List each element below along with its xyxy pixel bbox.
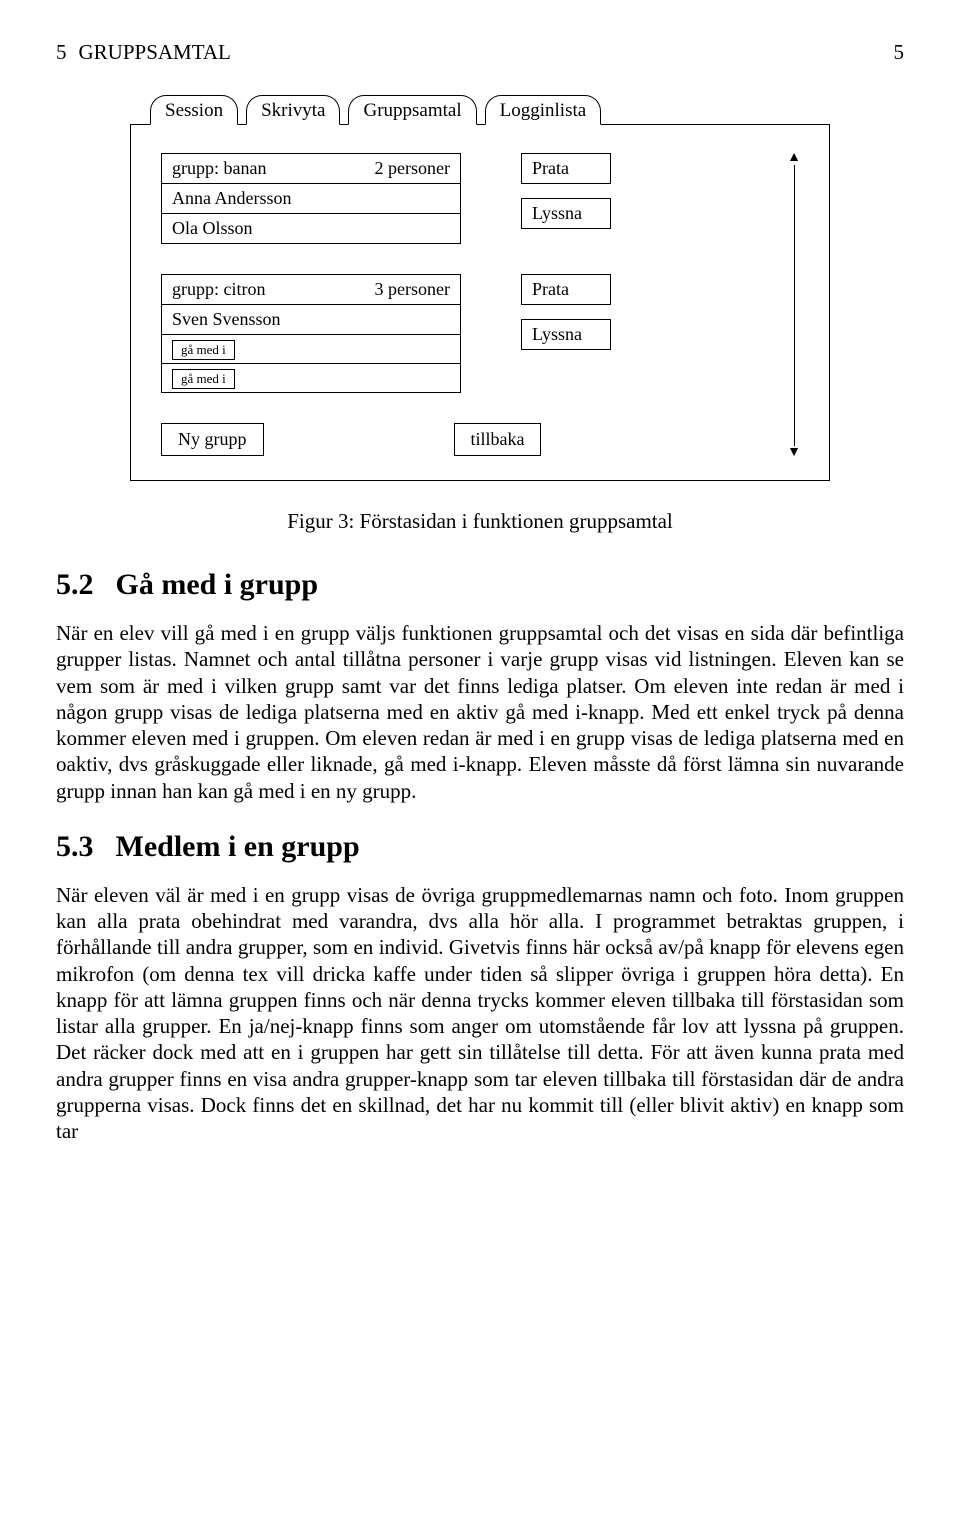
figure-caption: Figur 3: Förstasidan i funktionen grupps… [56,509,904,534]
scroll-track [794,165,795,446]
paragraph: När en elev vill gå med i en grupp väljs… [56,620,904,804]
page-header: 5 GRUPPSAMTAL 5 [56,40,904,65]
lyssna-button[interactable]: Lyssna [521,198,611,229]
join-button[interactable]: gå med i [172,340,235,360]
header-section-number: 5 [56,40,67,65]
header-section-title: GRUPPSAMTAL [79,40,231,65]
heading-5-2: 5.2 Gå med i grupp [56,568,904,602]
group-member: Ola Olsson [162,214,460,243]
prata-button[interactable]: Prata [521,153,611,184]
group-title: grupp: citron [172,279,265,300]
arrow-down-icon: ▼ [787,446,801,460]
group-box-citron: grupp: citron 3 personer Sven Svensson g… [161,274,461,393]
back-button[interactable]: tillbaka [454,423,542,456]
tab-bar: Session Skrivyta Gruppsamtal Logginlista [150,95,830,124]
group-member: Anna Andersson [162,184,460,214]
heading-number: 5.2 [56,568,94,601]
tab-gruppsamtal[interactable]: Gruppsamtal [348,95,476,125]
arrow-up-icon: ▲ [787,151,801,165]
group-count: 3 personer [375,279,450,300]
tab-logginlista[interactable]: Logginlista [485,95,602,125]
scrollbar[interactable]: ▲ ▼ [787,151,801,460]
group-member: Sven Svensson [162,305,460,335]
new-group-button[interactable]: Ny grupp [161,423,264,456]
figure-3: Session Skrivyta Gruppsamtal Logginlista… [130,95,830,481]
paragraph: När eleven väl är med i en grupp visas d… [56,882,904,1145]
heading-5-3: 5.3 Medlem i en grupp [56,830,904,864]
heading-number: 5.3 [56,830,94,863]
lyssna-button[interactable]: Lyssna [521,319,611,350]
header-page-number: 5 [894,40,905,65]
panel: grupp: banan 2 personer Anna Andersson O… [130,124,830,481]
join-button[interactable]: gå med i [172,369,235,389]
group-slot: gå med i [162,335,460,364]
heading-title: Gå med i grupp [116,568,319,601]
heading-title: Medlem i en grupp [116,830,360,863]
group-box-banan: grupp: banan 2 personer Anna Andersson O… [161,153,461,244]
prata-button[interactable]: Prata [521,274,611,305]
group-slot: gå med i [162,364,460,392]
group-title: grupp: banan [172,158,266,179]
group-count: 2 personer [375,158,450,179]
tab-skrivyta[interactable]: Skrivyta [246,95,340,125]
tab-session[interactable]: Session [150,95,238,125]
